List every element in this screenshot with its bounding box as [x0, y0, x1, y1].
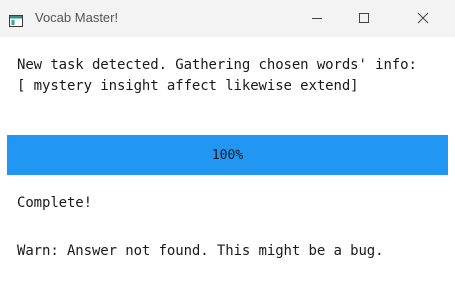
progress-bar: 100%: [7, 135, 448, 175]
status-text: Complete!: [17, 195, 92, 211]
title-bar[interactable]: Vocab Master!: [0, 0, 455, 37]
maximize-icon: [358, 9, 370, 28]
app-window: Vocab Master! New task detected. Gatheri…: [0, 0, 455, 299]
task-message: New task detected. Gathering chosen word…: [17, 57, 417, 73]
app-window-icon: [9, 12, 23, 27]
warning-text: Warn: Answer not found. This might be a …: [17, 243, 384, 259]
maximize-button[interactable]: [341, 0, 387, 37]
progress-label: 100%: [211, 148, 244, 163]
close-button[interactable]: [400, 0, 446, 37]
chosen-words-list: [ mystery insight affect likewise extend…: [17, 78, 359, 94]
window-title: Vocab Master!: [35, 10, 119, 25]
close-icon: [417, 9, 429, 28]
minimize-button[interactable]: [294, 0, 340, 37]
minimize-icon: [311, 9, 323, 28]
